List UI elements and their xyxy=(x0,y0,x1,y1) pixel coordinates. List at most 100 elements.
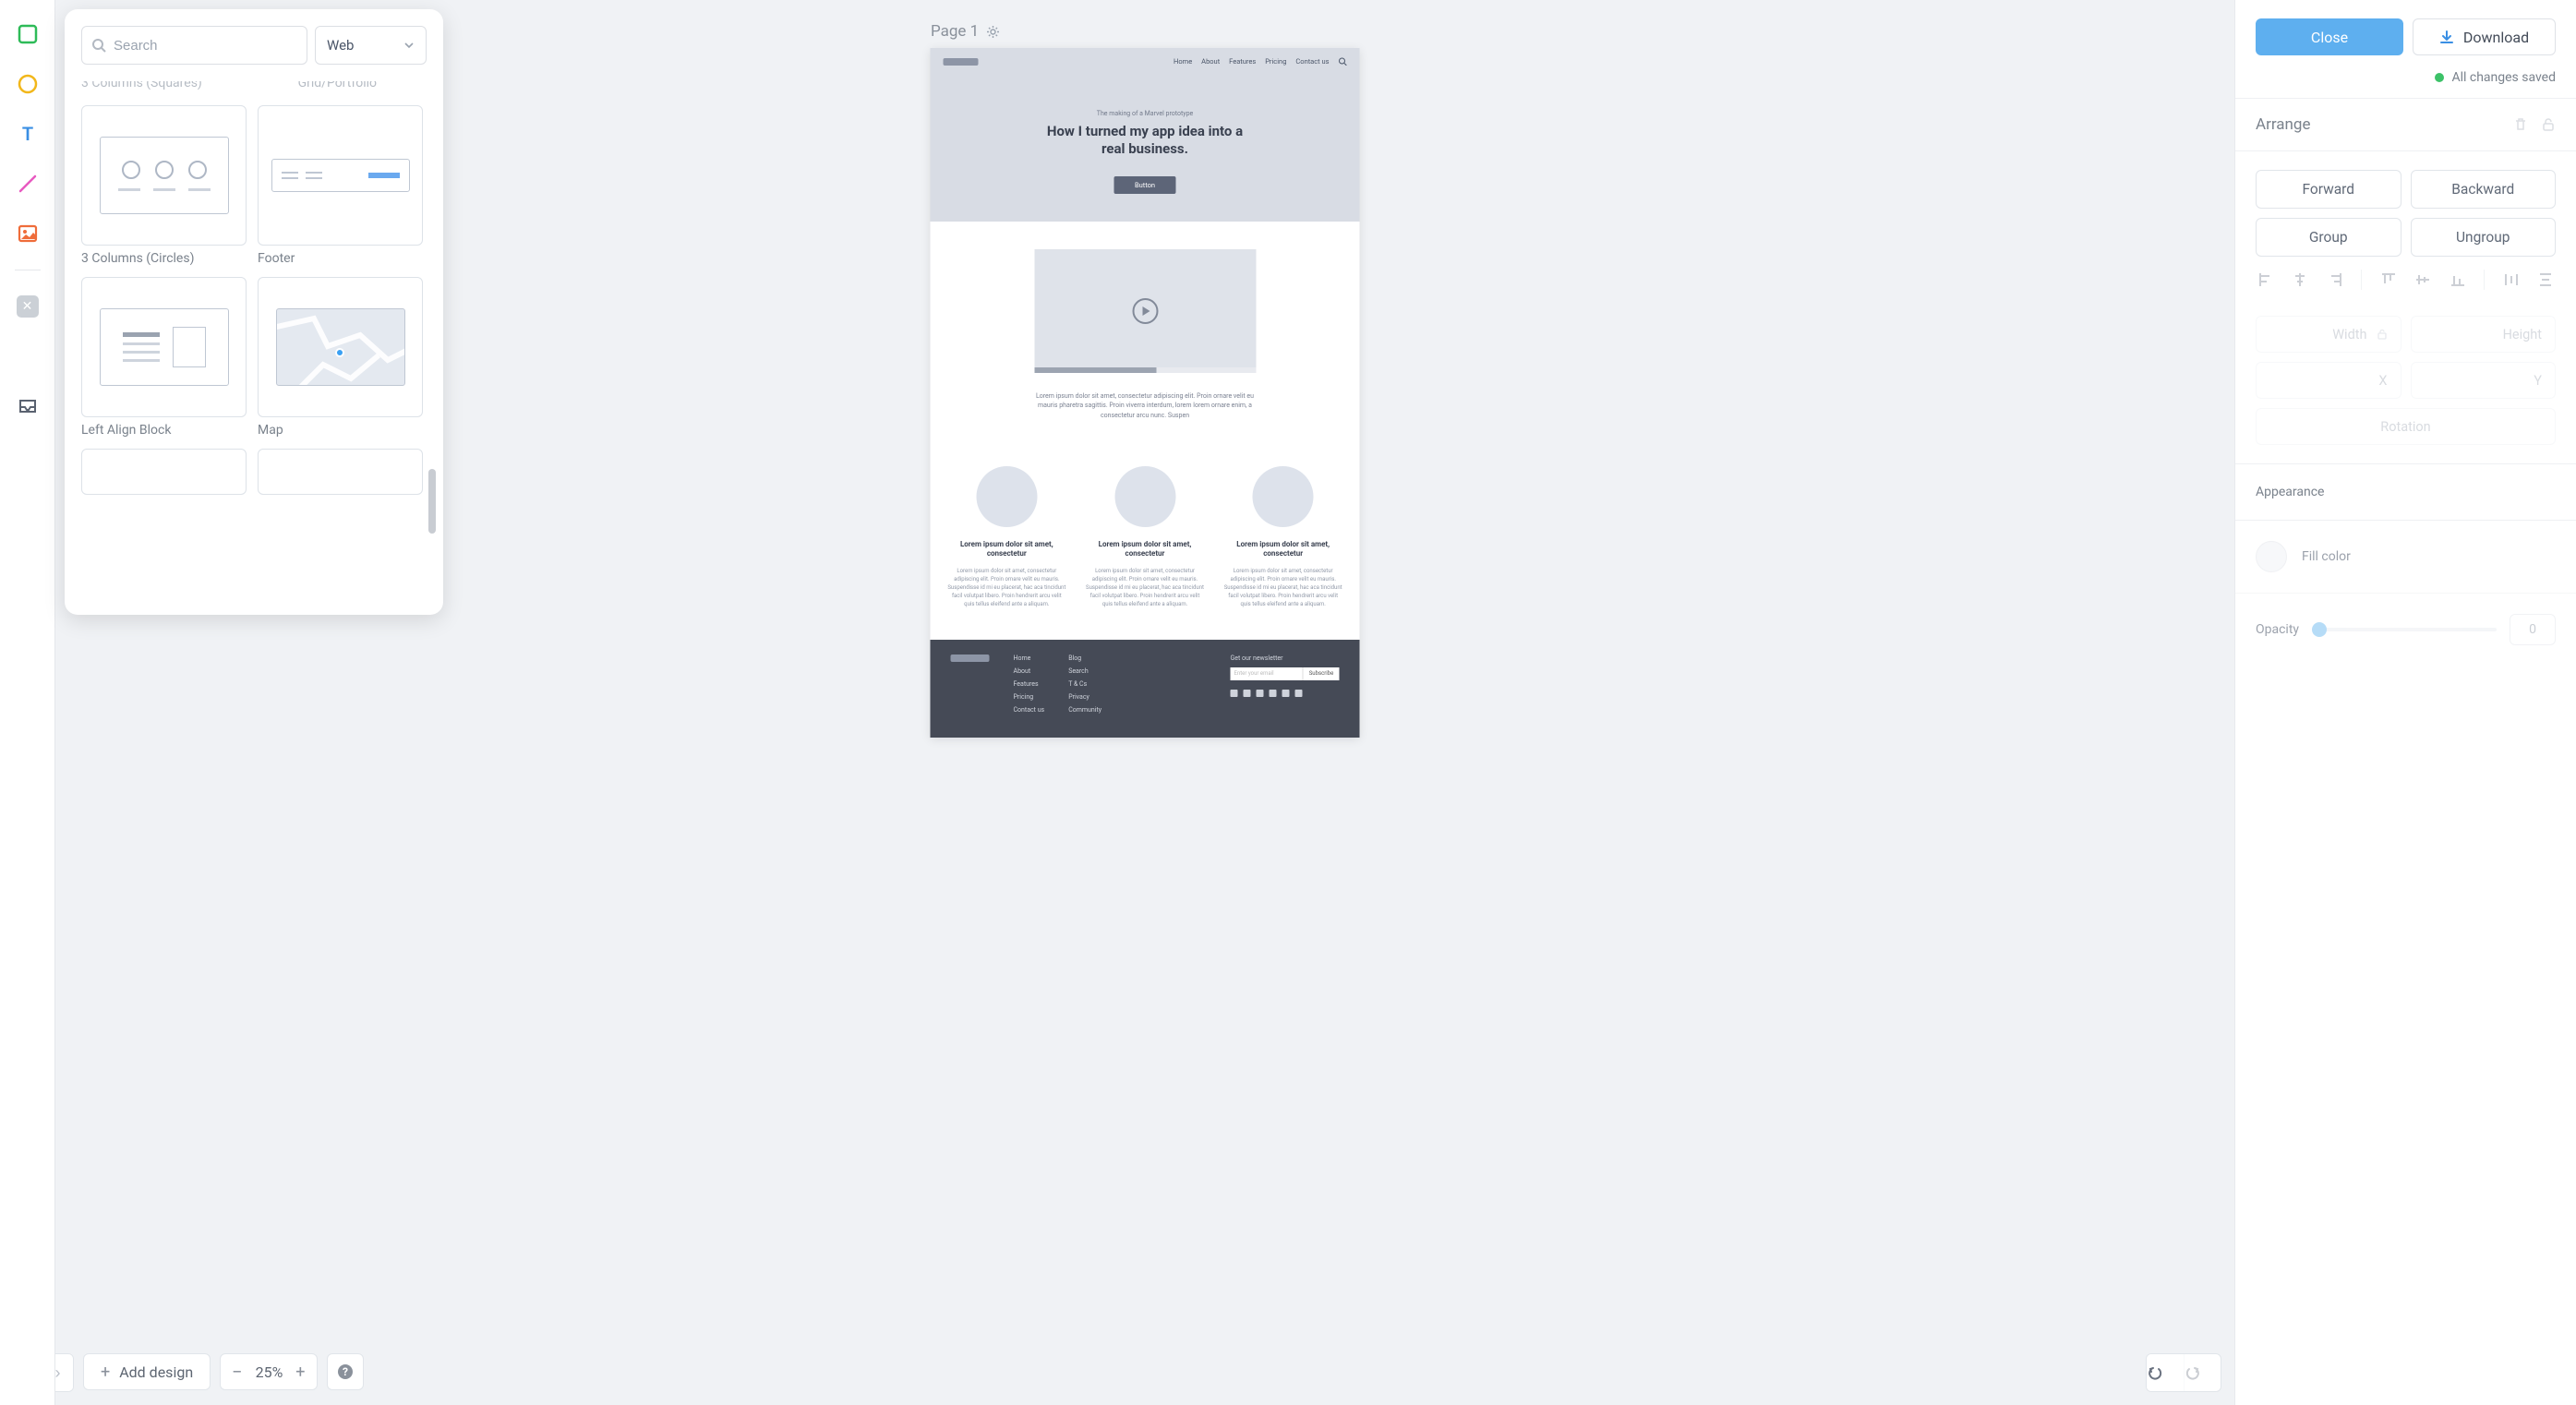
col-text: Lorem ipsum dolor sit amet, consectetur … xyxy=(947,567,1067,608)
tool-line[interactable] xyxy=(14,170,42,198)
plus-icon: + xyxy=(101,1363,110,1382)
col-text: Lorem ipsum dolor sit amet, consectetur … xyxy=(1085,567,1205,608)
ungroup-button[interactable]: Ungroup xyxy=(2411,218,2557,257)
hero-button: Button xyxy=(1114,176,1175,194)
component-left-align-block[interactable] xyxy=(81,277,247,417)
comp-label: 3 Columns (Circles) xyxy=(81,251,247,266)
opacity-label: Opacity xyxy=(2256,622,2299,637)
undo-button[interactable] xyxy=(2147,1354,2184,1391)
distribute-h-icon[interactable] xyxy=(2503,271,2520,288)
dropdown-value: Web xyxy=(327,37,354,54)
nav-link: Home xyxy=(1174,57,1192,66)
comp-label: Map xyxy=(258,423,423,438)
hero-pretitle: The making of a Marvel prototype xyxy=(944,110,1347,117)
page-label: Page 1 xyxy=(931,22,979,41)
logo xyxy=(944,58,979,66)
search-icon xyxy=(1339,57,1347,66)
align-top-icon[interactable] xyxy=(2380,271,2397,288)
fill-swatch[interactable] xyxy=(2256,541,2287,572)
components-scroll: 3 Columns (Squares) Grid/Portfolio 3 Col… xyxy=(81,81,436,598)
height-field[interactable]: Height xyxy=(2411,316,2557,353)
nav: Home About Features Pricing Contact us xyxy=(944,57,1347,66)
video-section: Lorem ipsum dolor sit amet, consectetur … xyxy=(931,222,1360,449)
zoom-out-button[interactable]: − xyxy=(232,1361,242,1383)
align-center-h-icon[interactable] xyxy=(2292,271,2308,288)
arrange-header: Arrange xyxy=(2235,99,2576,151)
col-title: Lorem ipsum dolor sit amet, consectetur xyxy=(1085,540,1205,559)
lock-icon[interactable] xyxy=(2541,117,2556,132)
col-title: Lorem ipsum dolor sit amet, consectetur xyxy=(947,540,1067,559)
add-design-button[interactable]: + Add design xyxy=(83,1353,211,1390)
distribute-v-icon[interactable] xyxy=(2537,271,2554,288)
lock-icon xyxy=(2377,329,2388,340)
column: Lorem ipsum dolor sit amet, consectetur … xyxy=(1223,466,1343,608)
opacity-row: Opacity 0 xyxy=(2235,594,2576,666)
tool-inbox[interactable] xyxy=(14,392,42,420)
circle-image xyxy=(1253,466,1314,527)
save-status: All changes saved xyxy=(2256,70,2556,85)
social-icons xyxy=(1231,690,1340,697)
trash-icon[interactable] xyxy=(2513,117,2528,132)
footer-logo xyxy=(951,654,990,662)
tool-circle[interactable] xyxy=(14,70,42,98)
newsletter: Get our newsletter Enter your email Subs… xyxy=(1231,654,1340,714)
download-icon xyxy=(2439,30,2454,44)
component-map[interactable] xyxy=(258,277,423,417)
redo-button[interactable] xyxy=(2184,1354,2221,1391)
align-left-icon[interactable] xyxy=(2257,271,2274,288)
download-button[interactable]: Download xyxy=(2413,18,2556,55)
search-input[interactable] xyxy=(106,38,297,54)
backward-button[interactable]: Backward xyxy=(2411,170,2557,209)
chevron-down-icon xyxy=(403,40,415,51)
component-partial[interactable] xyxy=(81,449,247,495)
component-footer[interactable] xyxy=(258,105,423,246)
category-dropdown[interactable]: Web xyxy=(315,26,427,65)
footer-section: Home About Features Pricing Contact us B… xyxy=(931,640,1360,738)
gear-icon[interactable] xyxy=(986,25,1000,39)
help-button[interactable]: ? xyxy=(327,1353,364,1390)
align-center-v-icon[interactable] xyxy=(2414,271,2431,288)
status-dot-icon xyxy=(2435,73,2444,82)
tool-image[interactable] xyxy=(14,220,42,247)
page-title: Page 1 xyxy=(931,22,1000,41)
col-text: Lorem ipsum dolor sit amet, consectetur … xyxy=(1223,567,1343,608)
align-bottom-icon[interactable] xyxy=(2450,271,2466,288)
scrollbar-thumb[interactable] xyxy=(428,469,436,534)
x-field[interactable]: X xyxy=(2256,362,2401,399)
nav-link: Contact us xyxy=(1295,57,1329,66)
component-partial[interactable] xyxy=(258,449,423,495)
zoom-control: − 25% + xyxy=(220,1353,317,1390)
fill-row[interactable]: Fill color xyxy=(2235,521,2576,594)
opacity-slider[interactable] xyxy=(2312,628,2497,631)
svg-text:T: T xyxy=(21,124,32,144)
y-field[interactable]: Y xyxy=(2411,362,2557,399)
circle-image xyxy=(1114,466,1175,527)
width-field[interactable]: Width xyxy=(2256,316,2401,353)
column: Lorem ipsum dolor sit amet, consectetur … xyxy=(947,466,1067,608)
opacity-field[interactable]: 0 xyxy=(2510,614,2556,645)
search-box[interactable] xyxy=(81,26,307,65)
play-icon xyxy=(1132,298,1158,324)
newsletter-label: Get our newsletter xyxy=(1231,654,1340,662)
close-button[interactable]: Close xyxy=(2256,18,2403,55)
nav-link: About xyxy=(1201,57,1220,66)
col-title: Lorem ipsum dolor sit amet, consectetur xyxy=(1223,540,1343,559)
tool-close-panel[interactable]: ✕ xyxy=(14,293,42,320)
comp-label-cut: 3 Columns (Squares) xyxy=(81,81,202,90)
component-3-columns-circles[interactable] xyxy=(81,105,247,246)
tool-text[interactable]: T xyxy=(14,120,42,148)
tool-rectangle[interactable] xyxy=(14,20,42,48)
rotation-field[interactable]: Rotation xyxy=(2256,408,2556,445)
fill-label: Fill color xyxy=(2302,549,2351,564)
comp-label-cut: Grid/Portfolio xyxy=(298,81,377,90)
align-right-icon[interactable] xyxy=(2327,271,2343,288)
artboard[interactable]: Home About Features Pricing Contact us T… xyxy=(931,48,1360,738)
forward-button[interactable]: Forward xyxy=(2256,170,2401,209)
group-button[interactable]: Group xyxy=(2256,218,2401,257)
undo-redo xyxy=(2146,1353,2221,1392)
zoom-in-button[interactable]: + xyxy=(295,1363,305,1382)
three-columns: Lorem ipsum dolor sit amet, consectetur … xyxy=(931,448,1360,640)
zoom-value: 25% xyxy=(256,1363,283,1381)
hero-section: Home About Features Pricing Contact us T… xyxy=(931,48,1360,222)
svg-text:?: ? xyxy=(343,1365,348,1378)
